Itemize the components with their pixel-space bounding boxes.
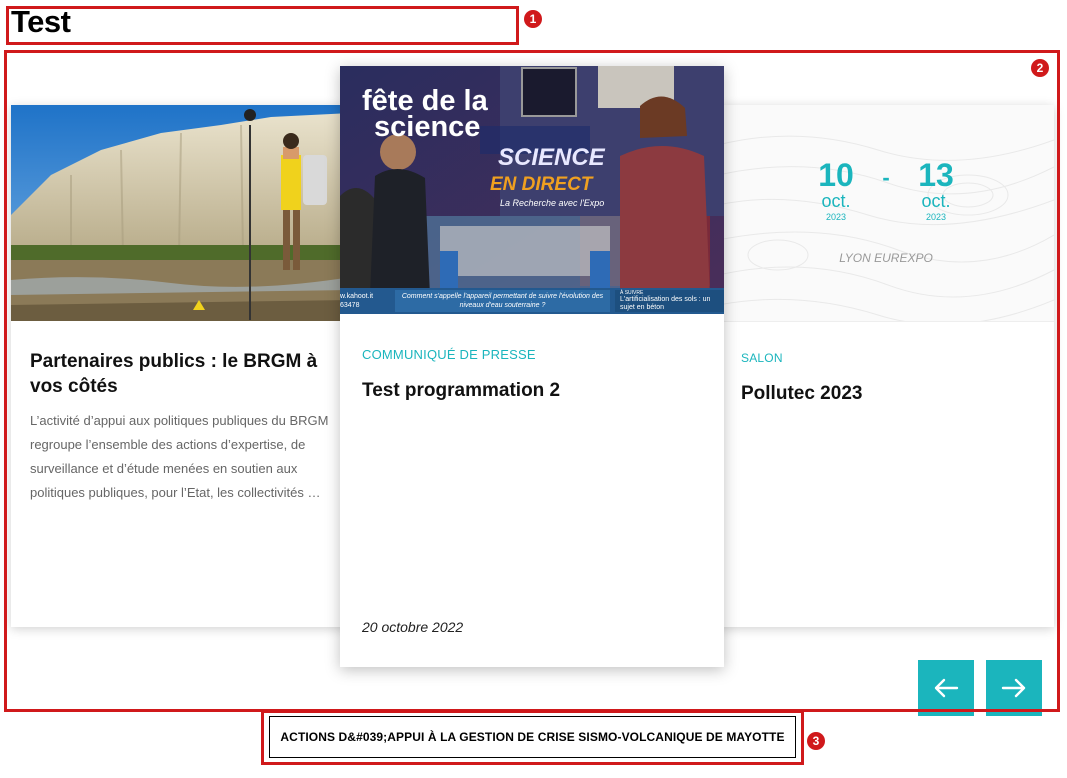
annotation-badge-1: 1 bbox=[524, 10, 542, 28]
annotation-box-3 bbox=[261, 710, 804, 765]
annotation-box-2 bbox=[4, 50, 1060, 712]
annotation-badge-2: 2 bbox=[1031, 59, 1049, 77]
annotation-box-1 bbox=[6, 6, 519, 45]
annotation-badge-3: 3 bbox=[807, 732, 825, 750]
